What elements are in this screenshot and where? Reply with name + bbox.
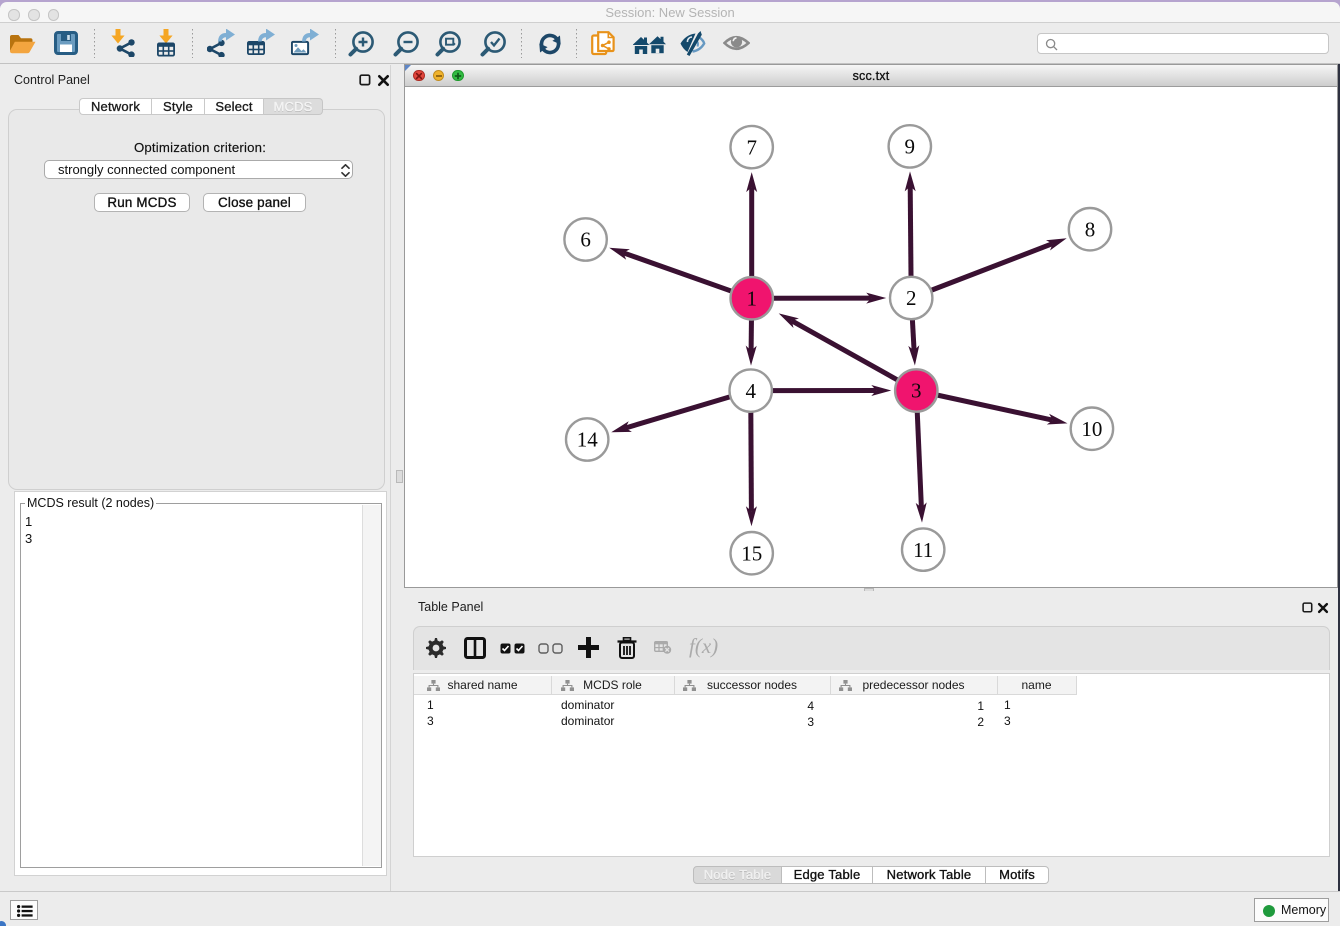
svg-text:11: 11 <box>913 538 933 562</box>
svg-text:9: 9 <box>905 135 916 159</box>
svg-text:2: 2 <box>906 286 917 310</box>
svg-text:6: 6 <box>580 228 591 252</box>
svg-text:4: 4 <box>745 379 756 403</box>
svg-text:8: 8 <box>1085 217 1096 241</box>
svg-text:7: 7 <box>746 135 757 159</box>
svg-text:3: 3 <box>911 379 922 403</box>
svg-text:1: 1 <box>746 287 757 311</box>
svg-text:14: 14 <box>577 428 599 452</box>
svg-text:10: 10 <box>1081 417 1102 441</box>
svg-text:15: 15 <box>741 541 762 565</box>
